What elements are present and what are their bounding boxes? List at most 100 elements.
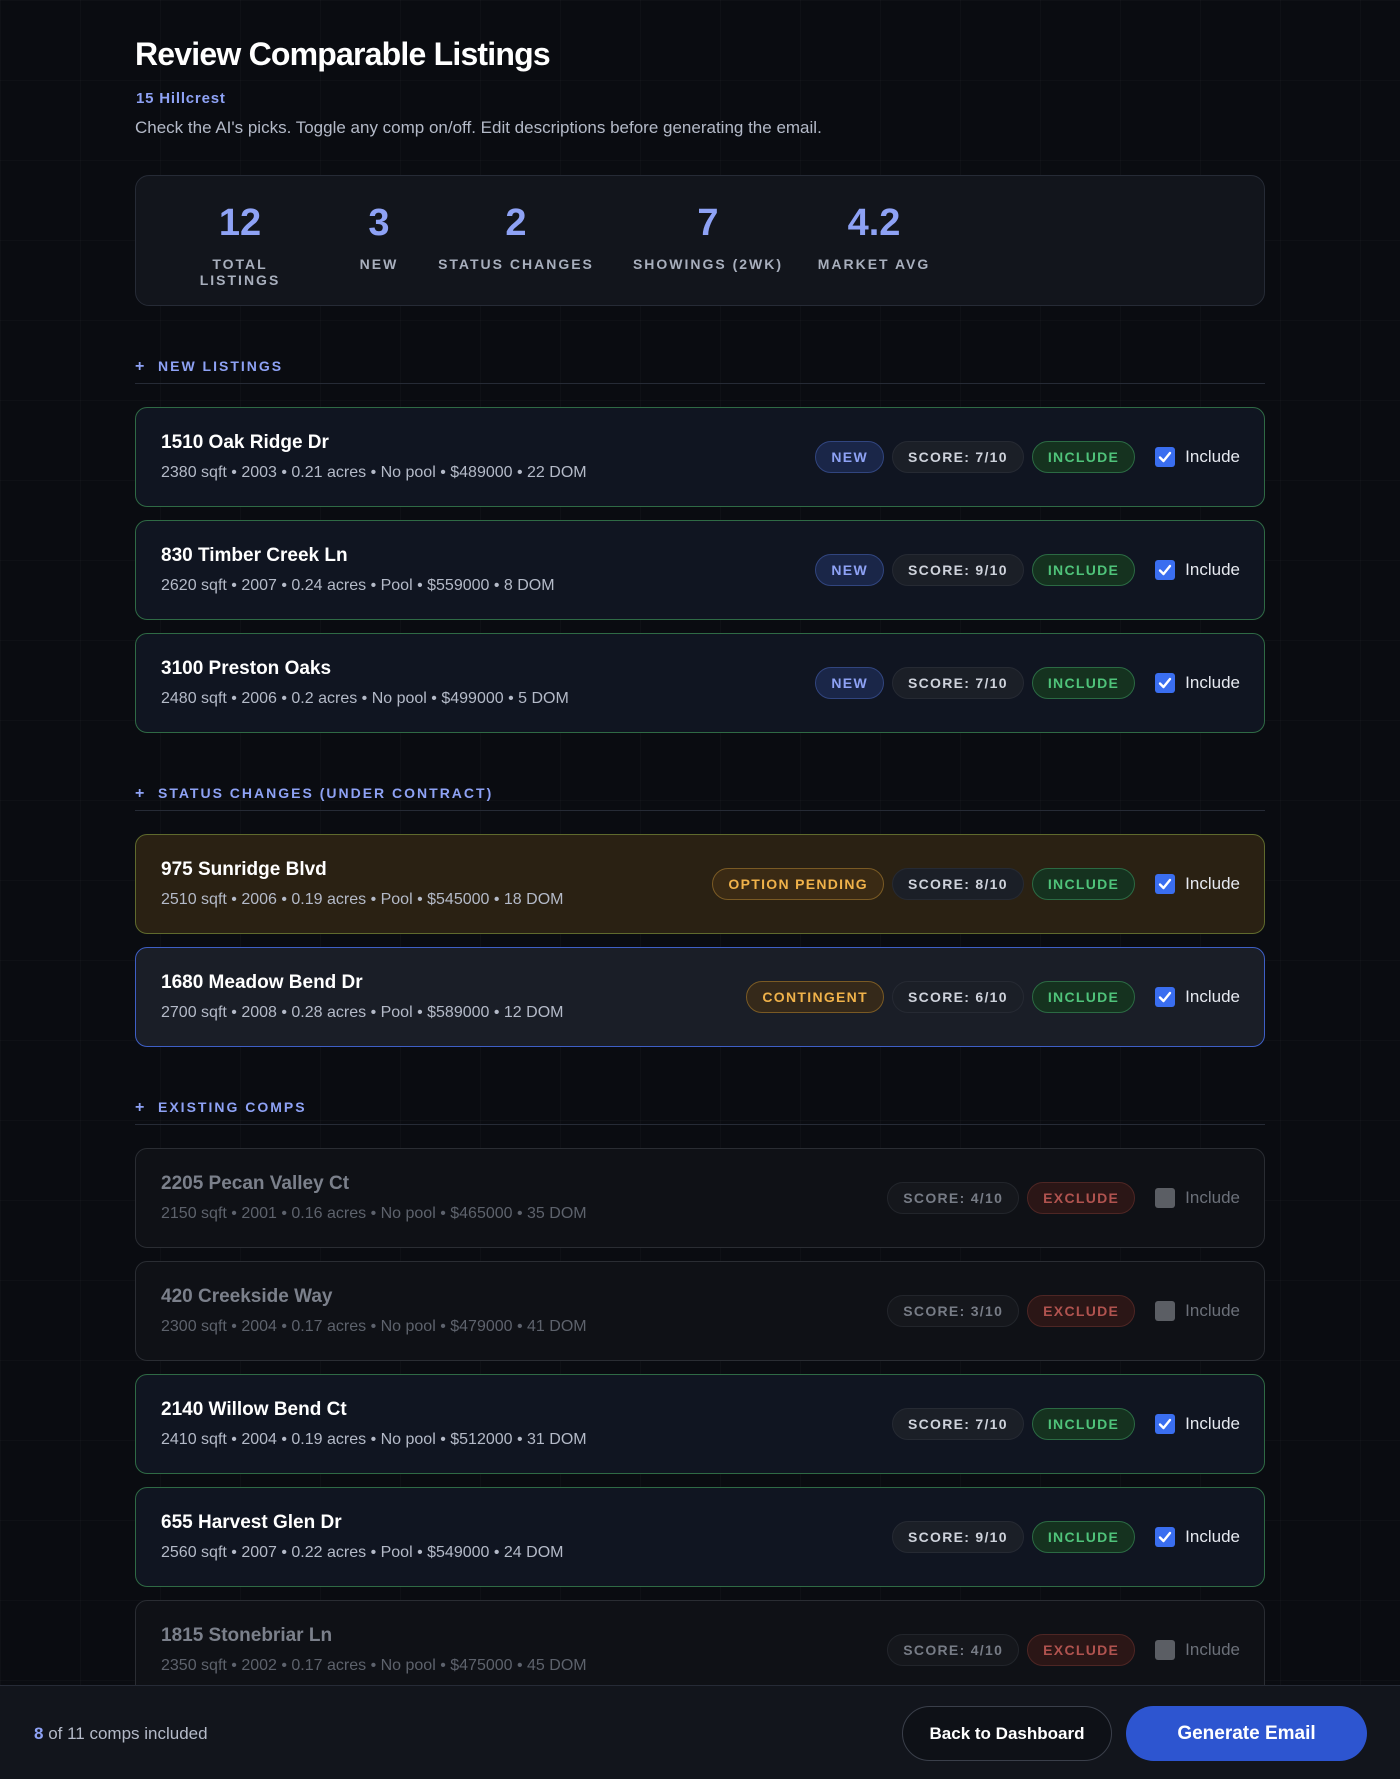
- listing-details: 2510 sqft • 2006 • 0.19 acres • Pool • $…: [161, 891, 564, 908]
- listing-details: 2700 sqft • 2008 • 0.28 acres • Pool • $…: [161, 1004, 564, 1021]
- include-checkbox[interactable]: [1155, 1640, 1176, 1660]
- include-checkbox-label[interactable]: Include: [1185, 1414, 1240, 1434]
- score-badge: SCORE: 8/10: [891, 868, 1024, 900]
- exclude-badge: EXCLUDE: [1027, 1295, 1136, 1327]
- include-checkbox-label[interactable]: Include: [1185, 447, 1240, 467]
- include-checkbox[interactable]: [1155, 447, 1176, 467]
- include-checkbox-label[interactable]: Include: [1185, 1301, 1240, 1321]
- include-checkbox[interactable]: [1155, 560, 1176, 580]
- listing-card[interactable]: 830 Timber Creek Ln 2620 sqft • 2007 • 0…: [135, 520, 1265, 620]
- stat-value: 2: [505, 202, 527, 244]
- score-badge: SCORE: 7/10: [891, 667, 1024, 699]
- listing-address: 975 Sunridge Blvd: [161, 859, 327, 880]
- listing-details: 2560 sqft • 2007 • 0.22 acres • Pool • $…: [161, 1544, 564, 1561]
- listing-card[interactable]: 420 Creekside Way 2300 sqft • 2004 • 0.1…: [135, 1261, 1265, 1361]
- listing-address: 1680 Meadow Bend Dr: [161, 972, 363, 993]
- include-checkbox-label[interactable]: Include: [1185, 1640, 1240, 1660]
- include-checkbox-label[interactable]: Include: [1185, 874, 1240, 894]
- exclude-badge: EXCLUDE: [1027, 1634, 1136, 1666]
- include-checkbox[interactable]: [1155, 673, 1176, 693]
- checkmark-icon: [1158, 878, 1172, 890]
- listing-card[interactable]: 1510 Oak Ridge Dr 2380 sqft • 2003 • 0.2…: [135, 407, 1265, 507]
- listing-address: 1815 Stonebriar Ln: [161, 1625, 333, 1646]
- stat-status-changes: 2 STATUS CHANGES: [431, 204, 601, 272]
- page-title: Review Comparable Listings: [135, 36, 551, 72]
- stats-panel: 12 TOTAL LISTINGS 3 NEW 2 STATUS CHANGES…: [135, 175, 1265, 306]
- listing-details: 2300 sqft • 2004 • 0.17 acres • No pool …: [161, 1318, 587, 1335]
- listing-controls: NEW SCORE: 9/10 INCLUDE Include: [815, 521, 1240, 619]
- stat-value: 4.2: [847, 202, 901, 244]
- include-badge: INCLUDE: [1031, 667, 1136, 699]
- listing-card[interactable]: 2205 Pecan Valley Ct 2150 sqft • 2001 • …: [135, 1148, 1265, 1248]
- footer-bar: 8 of 11 comps included Back to Dashboard…: [0, 1685, 1400, 1779]
- checkmark-icon: [1158, 1531, 1172, 1543]
- score-badge: SCORE: 7/10: [891, 1408, 1024, 1440]
- listing-controls: SCORE: 7/10 INCLUDE Include: [891, 1375, 1240, 1473]
- listing-details: 2350 sqft • 2002 • 0.17 acres • No pool …: [161, 1657, 587, 1674]
- listing-controls: NEW SCORE: 7/10 INCLUDE Include: [815, 634, 1240, 732]
- include-checkbox[interactable]: [1155, 987, 1176, 1007]
- include-checkbox-label[interactable]: Include: [1185, 1527, 1240, 1547]
- listing-address: 3100 Preston Oaks: [161, 658, 332, 679]
- include-checkbox[interactable]: [1155, 1527, 1176, 1547]
- generate-email-button[interactable]: Generate Email: [1126, 1706, 1367, 1761]
- include-checkbox-label[interactable]: Include: [1185, 673, 1240, 693]
- listing-card[interactable]: 3100 Preston Oaks 2480 sqft • 2006 • 0.2…: [135, 633, 1265, 733]
- listing-details: 2480 sqft • 2006 • 0.2 acres • No pool •…: [161, 690, 569, 707]
- stat-label: STATUS CHANGES: [438, 256, 594, 272]
- stat-label: MARKET AVG: [817, 256, 931, 272]
- listing-details: 2620 sqft • 2007 • 0.24 acres • Pool • $…: [161, 577, 555, 594]
- section-existing-comps[interactable]: + EXISTING COMPS: [135, 1095, 1265, 1125]
- stat-label: TOTAL LISTINGS: [199, 256, 281, 288]
- included-count-text: of 11 comps included: [43, 1724, 208, 1743]
- listing-address: 1510 Oak Ridge Dr: [161, 432, 329, 453]
- section-label: EXISTING COMPS: [158, 1099, 307, 1115]
- stat-label: SHOWINGS (2WK): [632, 256, 784, 272]
- contingent-badge: CONTINGENT: [746, 981, 884, 1013]
- exclude-badge: EXCLUDE: [1027, 1182, 1136, 1214]
- include-badge: INCLUDE: [1031, 981, 1136, 1013]
- back-to-dashboard-button[interactable]: Back to Dashboard: [902, 1706, 1112, 1761]
- listing-details: 2150 sqft • 2001 • 0.16 acres • No pool …: [161, 1205, 587, 1222]
- include-checkbox-label[interactable]: Include: [1185, 1188, 1240, 1208]
- section-label: NEW LISTINGS: [158, 358, 284, 374]
- listing-card[interactable]: 975 Sunridge Blvd 2510 sqft • 2006 • 0.1…: [135, 834, 1265, 934]
- listing-details: 2380 sqft • 2003 • 0.21 acres • No pool …: [161, 464, 587, 481]
- listing-address: 2140 Willow Bend Ct: [161, 1399, 347, 1420]
- include-badge: INCLUDE: [1031, 554, 1136, 586]
- listing-card[interactable]: 1680 Meadow Bend Dr 2700 sqft • 2008 • 0…: [135, 947, 1265, 1047]
- stat-showings: 7 SHOWINGS (2WK): [623, 204, 793, 272]
- score-badge: SCORE: 4/10: [887, 1634, 1020, 1666]
- include-checkbox-label[interactable]: Include: [1185, 987, 1240, 1007]
- checkmark-icon: [1158, 1418, 1172, 1430]
- plus-icon: +: [135, 1099, 145, 1116]
- stat-market-avg: 4.2 MARKET AVG: [809, 204, 939, 272]
- page-subtitle: Check the AI's picks. Toggle any comp on…: [135, 118, 822, 137]
- checkmark-icon: [1158, 451, 1172, 463]
- include-checkbox[interactable]: [1155, 1414, 1176, 1434]
- section-label: STATUS CHANGES (UNDER CONTRACT): [158, 785, 494, 801]
- include-checkbox-label[interactable]: Include: [1185, 560, 1240, 580]
- section-status-changes[interactable]: + STATUS CHANGES (UNDER CONTRACT): [135, 781, 1265, 811]
- listing-controls: SCORE: 3/10 EXCLUDE Include: [887, 1262, 1240, 1360]
- stat-value: 12: [218, 202, 262, 244]
- listing-controls: SCORE: 9/10 INCLUDE Include: [891, 1488, 1240, 1586]
- listing-card[interactable]: 655 Harvest Glen Dr 2560 sqft • 2007 • 0…: [135, 1487, 1265, 1587]
- include-checkbox[interactable]: [1155, 874, 1176, 894]
- plus-icon: +: [135, 785, 145, 802]
- checkmark-icon: [1158, 677, 1172, 689]
- listing-address: 420 Creekside Way: [161, 1286, 333, 1307]
- listing-controls: SCORE: 4/10 EXCLUDE Include: [887, 1149, 1240, 1247]
- new-badge: NEW: [815, 441, 884, 473]
- section-new-listings[interactable]: + NEW LISTINGS: [135, 354, 1265, 384]
- include-badge: INCLUDE: [1031, 1408, 1136, 1440]
- include-badge: INCLUDE: [1031, 1521, 1136, 1553]
- score-badge: SCORE: 7/10: [891, 441, 1024, 473]
- include-badge: INCLUDE: [1031, 868, 1136, 900]
- score-badge: SCORE: 9/10: [891, 554, 1024, 586]
- new-badge: NEW: [815, 667, 884, 699]
- include-checkbox[interactable]: [1155, 1301, 1176, 1321]
- listing-card[interactable]: 2140 Willow Bend Ct 2410 sqft • 2004 • 0…: [135, 1374, 1265, 1474]
- option-pending-badge: OPTION PENDING: [712, 868, 884, 900]
- include-checkbox[interactable]: [1155, 1188, 1176, 1208]
